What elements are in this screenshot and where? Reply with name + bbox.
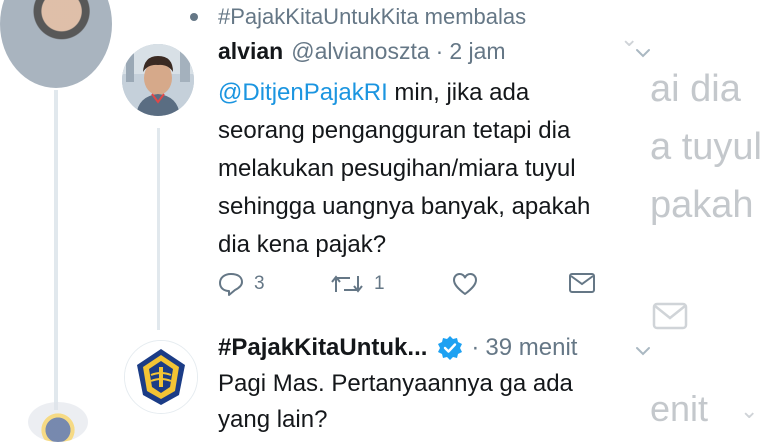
verified-badge-icon xyxy=(438,336,463,360)
faded-text-line: a tuyul xyxy=(650,126,762,168)
reply-count: 3 xyxy=(254,273,265,294)
tweet-header: alvian @alvianoszta · 2 jam xyxy=(218,38,506,65)
thread-connector-line xyxy=(157,128,160,330)
tweet-text-span: min, jika ada xyxy=(387,79,530,106)
chevron-down-icon[interactable] xyxy=(634,44,652,62)
reply-context-text: #PajakKitaUntukKita membalas xyxy=(218,4,527,29)
reply-context-header[interactable]: #PajakKitaUntukKita membalas xyxy=(190,2,526,32)
timestamp[interactable]: 39 menit xyxy=(485,334,577,362)
faded-background-text: ai dia a tuyul pakah xyxy=(650,60,768,250)
retweet-button[interactable]: 1 xyxy=(330,272,385,296)
tweet-text: Pagi Mas. Pertanyaannya ga ada yang lain… xyxy=(218,366,648,438)
tweet-header: #PajakKitaUntuk... · 39 menit xyxy=(218,334,577,362)
retweet-icon xyxy=(331,275,363,293)
tweet-text-line: @DitjenPajakRI min, jika ada xyxy=(218,74,648,112)
faded-direct-message-icon xyxy=(652,302,688,335)
context-dot-icon xyxy=(190,13,198,21)
reply-button[interactable]: 3 xyxy=(218,272,265,296)
author-handle[interactable]: @alvianoszta xyxy=(291,38,429,65)
faded-avatar xyxy=(28,402,88,442)
avatar[interactable] xyxy=(124,340,198,414)
tweet-text-line: dia kena pajak? xyxy=(218,231,387,258)
chevron-down-icon[interactable] xyxy=(634,342,652,360)
faded-text-line: ai dia xyxy=(650,68,741,110)
tweet-text: @DitjenPajakRI min, jika ada seorang pen… xyxy=(218,74,648,264)
faded-text-line: pakah xyxy=(650,184,754,226)
author-name[interactable]: #PajakKitaUntuk... xyxy=(218,334,427,362)
direct-message-icon xyxy=(569,273,595,293)
previous-tweet-avatar xyxy=(0,0,112,88)
tweet-text-line: seorang pengangguran tetapi dia xyxy=(218,117,571,144)
tweet-actions: 3 1 xyxy=(218,272,608,302)
tweet-text-line: sehingga uangnya banyak, apakah xyxy=(218,193,591,220)
mention-link[interactable]: @DitjenPajakRI xyxy=(218,79,388,106)
kemenkeu-logo xyxy=(125,341,197,413)
tweet-text-line: yang lain? xyxy=(218,406,328,433)
faded-chevron-down-icon: ⌄ xyxy=(740,398,759,423)
separator: · xyxy=(435,38,444,64)
faded-timestamp: enit xyxy=(650,388,709,429)
like-button[interactable] xyxy=(452,272,488,296)
like-icon xyxy=(453,273,477,295)
timestamp[interactable]: 2 jam xyxy=(449,38,505,65)
separator: · xyxy=(471,334,480,361)
retweet-count: 1 xyxy=(374,273,385,294)
reply-icon xyxy=(219,273,243,296)
thread-connector-line xyxy=(54,90,58,410)
tweet-text-line: Pagi Mas. Pertanyaannya ga ada xyxy=(218,370,573,397)
tweet-text-line: melakukan pesugihan/miara tuyul xyxy=(218,155,576,182)
direct-message-button[interactable] xyxy=(568,272,606,294)
author-name[interactable]: alvian xyxy=(218,38,283,65)
avatar[interactable] xyxy=(122,44,194,116)
